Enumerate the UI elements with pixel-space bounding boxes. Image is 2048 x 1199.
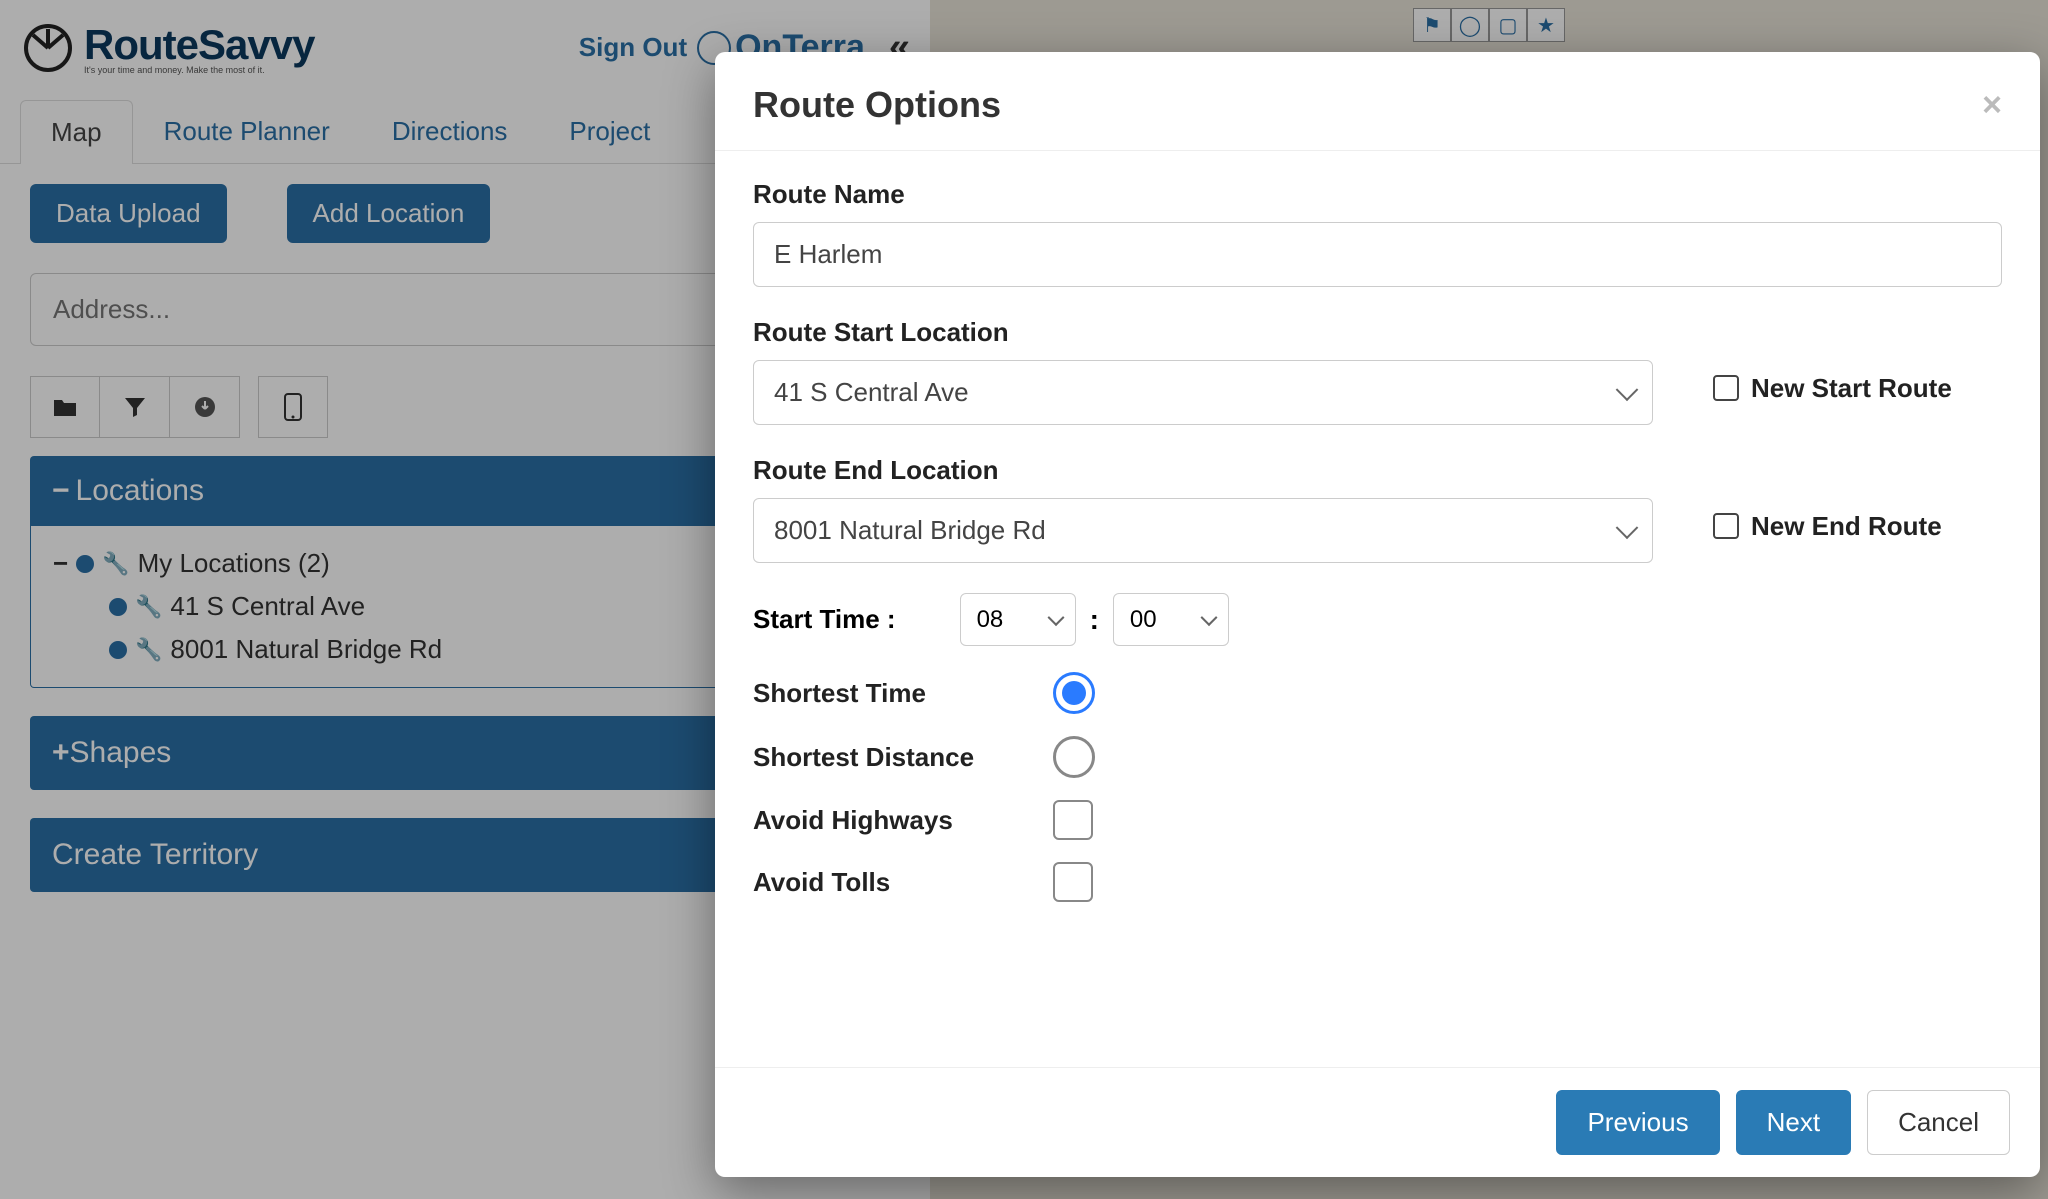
- previous-button[interactable]: Previous: [1556, 1090, 1719, 1155]
- end-location-label: Route End Location: [753, 455, 1653, 486]
- modal-body: Route Name Route Start Location 41 S Cen…: [715, 151, 2040, 1067]
- route-options-modal: Route Options × Route Name Route Start L…: [715, 52, 2040, 1177]
- route-name-input[interactable]: [753, 222, 2002, 287]
- close-icon[interactable]: ×: [1982, 86, 2002, 125]
- avoid-tolls-checkbox[interactable]: [1053, 862, 1093, 902]
- shortest-time-label: Shortest Time: [753, 678, 1053, 709]
- avoid-highways-label: Avoid Highways: [753, 805, 1053, 836]
- modal-footer: Previous Next Cancel: [715, 1067, 2040, 1177]
- start-location-select[interactable]: 41 S Central Ave: [753, 360, 1653, 425]
- start-hour-select[interactable]: 08: [960, 593, 1076, 646]
- time-colon: :: [1090, 604, 1099, 636]
- modal-header: Route Options ×: [715, 52, 2040, 151]
- new-end-route-label: New End Route: [1751, 511, 1942, 542]
- cancel-button[interactable]: Cancel: [1867, 1090, 2010, 1155]
- start-location-label: Route Start Location: [753, 317, 1653, 348]
- new-end-route-checkbox[interactable]: [1713, 513, 1739, 539]
- shortest-distance-radio[interactable]: [1053, 736, 1095, 778]
- new-start-route-label: New Start Route: [1751, 373, 1952, 404]
- avoid-highways-checkbox[interactable]: [1053, 800, 1093, 840]
- start-minute-select[interactable]: 00: [1113, 593, 1229, 646]
- route-options-group: Shortest Time Shortest Distance Avoid Hi…: [753, 672, 2002, 902]
- end-location-select[interactable]: 8001 Natural Bridge Rd: [753, 498, 1653, 563]
- start-time-label: Start Time :: [753, 604, 896, 635]
- next-button[interactable]: Next: [1736, 1090, 1851, 1155]
- shortest-distance-label: Shortest Distance: [753, 742, 1053, 773]
- shortest-time-radio[interactable]: [1053, 672, 1095, 714]
- route-name-label: Route Name: [753, 179, 2002, 210]
- modal-title: Route Options: [753, 84, 1001, 126]
- avoid-tolls-label: Avoid Tolls: [753, 867, 1053, 898]
- new-start-route-checkbox[interactable]: [1713, 375, 1739, 401]
